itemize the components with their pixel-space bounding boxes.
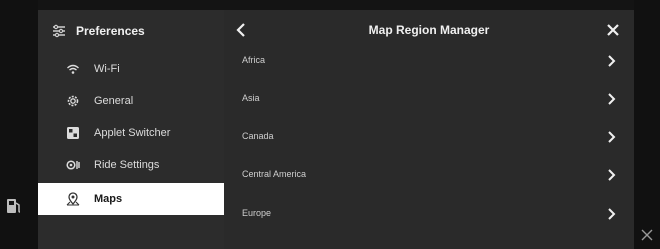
chevron-right-icon [604,207,618,221]
gear-icon [66,94,80,108]
left-strip [0,0,38,249]
sidebar: Preferences Wi-Fi General Applet Switche… [38,10,224,249]
region-item-central-america[interactable]: Central America [224,157,634,195]
region-item-europe[interactable]: Europe [224,196,634,234]
chevron-right-icon [604,54,618,68]
chevron-right-icon [604,130,618,144]
corner-close-icon[interactable] [640,228,654,242]
ride-settings-icon [66,158,80,172]
page-title: Map Region Manager [368,23,490,37]
fuel-pump-icon [6,197,22,215]
region-label: Asia [242,93,260,103]
region-label: Central America [242,169,307,179]
close-icon [607,24,619,36]
sidebar-item-applet-switcher[interactable]: Applet Switcher [38,117,224,149]
region-label: Europe [242,208,272,218]
close-button[interactable] [604,21,622,39]
sidebar-item-ride-settings[interactable]: Ride Settings [38,149,224,181]
region-label: Canada [242,131,274,141]
sidebar-item-label: Ride Settings [94,159,160,171]
sidebar-item-label: General [94,95,134,107]
region-item-asia[interactable]: Asia [224,81,634,119]
region-item-africa[interactable]: Africa [224,43,634,81]
preferences-dialog: Preferences Wi-Fi General Applet Switche… [38,10,634,249]
region-label: Africa [242,55,266,65]
sidebar-item-label: Wi-Fi [94,63,120,75]
sidebar-title: Preferences [76,24,145,38]
main-panel: Map Region Manager Africa Asia Canada Ce… [224,10,634,249]
applet-switcher-icon [66,126,80,140]
sidebar-item-label: Applet Switcher [94,127,171,139]
chevron-right-icon [604,168,618,182]
sidebar-item-wifi[interactable]: Wi-Fi [38,53,224,85]
sidebar-item-maps[interactable]: Maps [38,183,224,215]
preferences-icon [52,24,66,38]
sidebar-header: Preferences [38,10,224,52]
right-strip [634,0,660,249]
map-icon [66,192,80,206]
wifi-icon [66,62,80,76]
sidebar-item-general[interactable]: General [38,85,224,117]
chevron-right-icon [604,92,618,106]
region-item-canada[interactable]: Canada [224,119,634,157]
sidebar-item-label: Maps [94,193,123,205]
